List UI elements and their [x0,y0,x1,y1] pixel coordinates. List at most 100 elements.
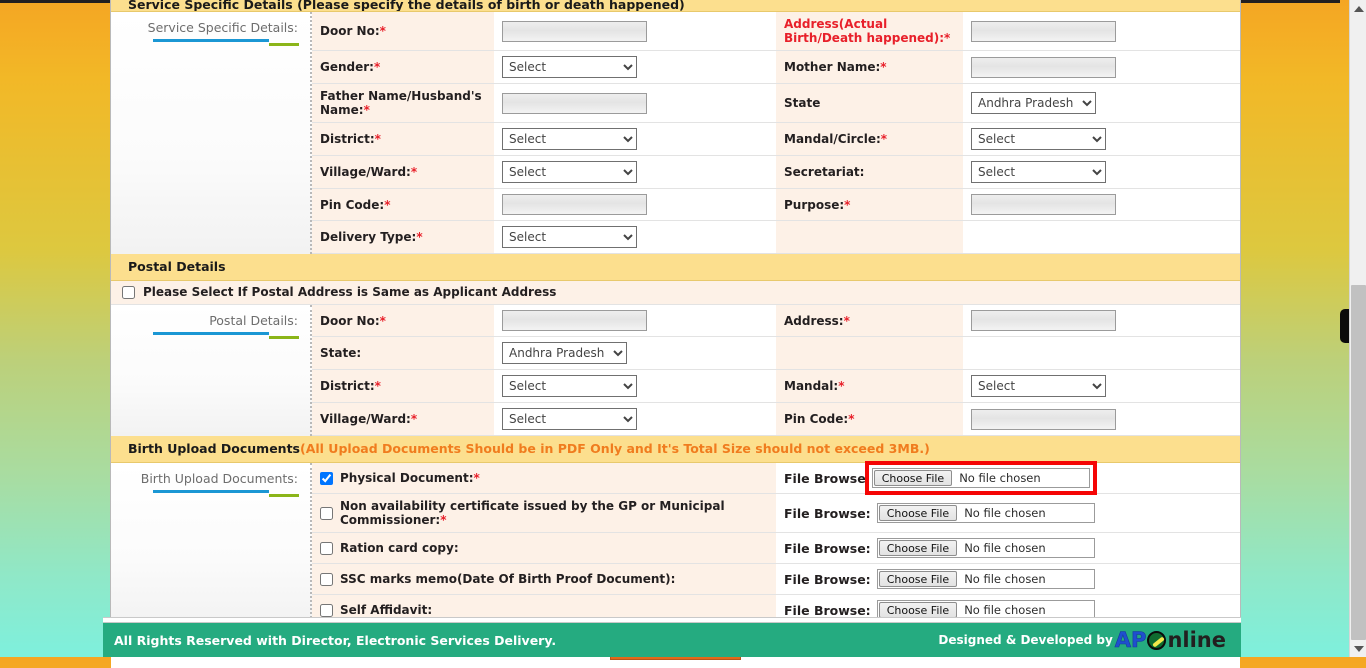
document-checkbox[interactable] [320,506,333,520]
dropdown-select[interactable]: Select [502,56,637,78]
upload-legend-label: Birth Upload Documents: [140,471,298,486]
same-address-label[interactable]: Please Select If Postal Address is Same … [143,285,556,299]
document-checkbox[interactable] [320,471,333,485]
service-legend-label: Service Specific Details: [147,20,298,35]
dropdown-select[interactable]: Andhra Pradesh [502,342,627,364]
aponline-logo: AP nline [1114,627,1226,652]
field-control [494,12,776,51]
aponline-logo-ap: AP [1114,627,1147,652]
footer-developed-by: Designed & Developed by [938,633,1113,647]
choose-file-button[interactable]: Choose File [878,540,958,556]
upload-documents-table: Physical Document:* File Browse Choose Fil… [312,461,1240,626]
file-input[interactable]: Choose File No file chosen [864,461,1097,495]
document-label[interactable]: Ration card copy: [340,541,459,555]
choose-file-button[interactable]: Choose File [878,602,958,618]
field-control [963,188,1240,221]
field-control: Select [494,122,776,156]
field-control [963,12,1240,51]
text-input[interactable] [502,20,647,42]
dropdown-select[interactable]: Select [502,375,637,397]
postal-section-header-text: Postal Details [128,259,226,274]
upload-section-body: Birth Upload Documents: Physical Documen… [111,461,1240,626]
service-section-header-text: Service Specific Details (Please specify… [128,0,685,12]
same-address-checkbox[interactable] [122,285,135,299]
dropdown-select[interactable]: Select [971,375,1106,397]
text-input[interactable] [502,92,647,114]
field-control: Select [494,50,776,84]
field-control: Andhra Pradesh [963,83,1240,123]
field-label: Mandal/Circle:* [776,122,963,156]
upload-file-cell: File Browse Choose File No file chosen [776,461,1240,495]
document-checkbox[interactable] [320,603,333,617]
dropdown-select[interactable]: Select [971,161,1106,183]
file-browse-label: File Browse: [784,602,871,618]
upload-section-header-title: Birth Upload Documents [128,441,300,456]
field-control: Select [494,402,776,436]
text-input[interactable] [502,194,647,215]
file-name-text: No file chosen [964,506,1046,520]
dropdown-select[interactable]: Andhra Pradesh [971,92,1096,114]
file-input[interactable]: Choose File No file chosen [876,569,1095,589]
upload-row: SSC marks memo(Date Of Birth Proof Docum… [312,563,1240,595]
field-control [963,50,1240,84]
field-label [776,220,963,254]
text-input[interactable] [971,20,1116,42]
file-browse-label: File Browse: [784,505,871,521]
service-section-body: Service Specific Details: Door No:* Addre… [111,12,1240,254]
table-row: District:* Select Mandal/Circle:* Select [312,122,1240,156]
upload-row: Ration card copy: File Browse: Choose File… [312,532,1240,564]
upload-document-label-cell: SSC marks memo(Date Of Birth Proof Docum… [312,563,776,595]
field-label: State [776,83,963,123]
field-label: Village/Ward:* [312,402,494,436]
field-control [963,305,1240,337]
postal-section-header: Postal Details [111,254,1240,281]
file-browse-label: File Browse [784,470,866,486]
document-checkbox[interactable] [320,541,333,555]
scroll-up-arrow-icon[interactable] [1350,0,1366,17]
field-label: Door No:* [312,305,494,337]
upload-file-cell: File Browse: Choose File No file chosen [776,493,1240,533]
choose-file-button[interactable]: Choose File [878,571,958,587]
dropdown-select[interactable]: Select [971,128,1106,150]
document-label[interactable]: Non availability certificate issued by t… [340,499,768,527]
browser-edge-tab[interactable] [1340,309,1349,343]
scroll-down-arrow-icon[interactable] [1350,640,1366,657]
text-input[interactable] [971,310,1116,331]
dropdown-select[interactable]: Select [502,408,637,430]
text-input[interactable] [971,194,1116,215]
field-control: Select [963,155,1240,189]
text-input[interactable] [971,56,1116,78]
text-input[interactable] [502,310,647,331]
dropdown-select[interactable]: Select [502,128,637,150]
field-label: Village/Ward:* [312,155,494,189]
document-label[interactable]: Physical Document:* [340,471,480,485]
document-label[interactable]: SSC marks memo(Date Of Birth Proof Docum… [340,572,675,586]
field-label: District:* [312,369,494,403]
dropdown-select[interactable]: Select [502,226,637,248]
legend-underline-green [269,43,299,46]
legend-underline-green [269,494,299,497]
page-footer: All Rights Reserved with Director, Elect… [103,623,1241,657]
upload-section-header: Birth Upload Documents(All Upload Docume… [111,436,1240,463]
postal-legend-underline [111,332,300,339]
service-details-table: Door No:* Address(Actual Birth/Death happ… [312,12,1240,254]
choose-file-button[interactable]: Choose File [878,505,958,521]
scrollbar-thumb[interactable] [1351,285,1366,640]
field-control [963,220,1240,254]
dropdown-select[interactable]: Select [502,161,637,183]
document-label[interactable]: Self Affidavit: [340,603,432,617]
upload-file-cell: File Browse: Choose File No file chosen [776,563,1240,595]
text-input[interactable] [971,408,1116,430]
field-label: Gender:* [312,50,494,84]
page-scrollbar[interactable] [1349,0,1366,657]
document-checkbox[interactable] [320,572,333,586]
choose-file-button[interactable]: Choose File [873,470,953,486]
field-label: Father Name/Husband's Name:* [312,83,494,123]
table-row: Gender:* Select Mother Name:* [312,50,1240,84]
same-address-row[interactable]: Please Select If Postal Address is Same … [111,281,1240,305]
upload-section-header-note: (All Upload Documents Should be in PDF O… [300,441,930,456]
table-row: Village/Ward:* Select Pin Code:* [312,402,1240,436]
file-input[interactable]: Choose File No file chosen [876,503,1095,523]
postal-details-table: Door No:* Address:* State: Andhra Pradesh Di… [312,305,1240,436]
file-input[interactable]: Choose File No file chosen [876,538,1095,558]
